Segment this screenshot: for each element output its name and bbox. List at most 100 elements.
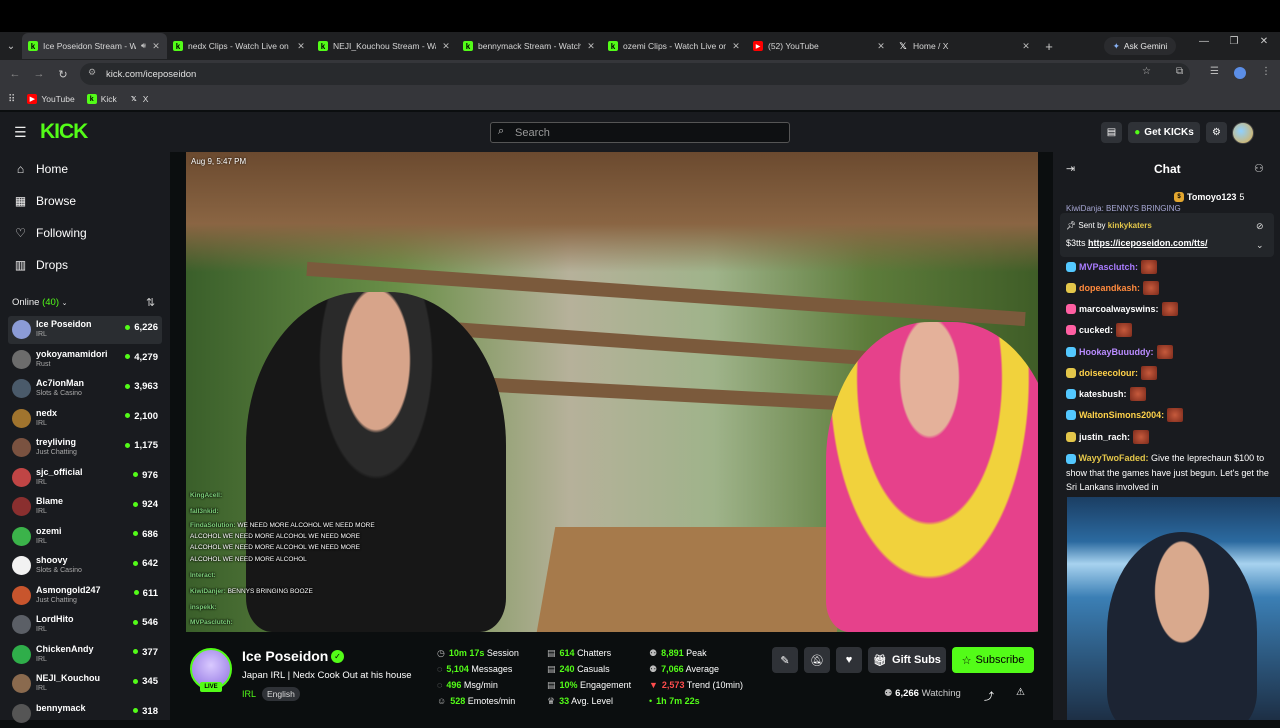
sidebar-channel[interactable]: sjc_official IRL 976 bbox=[8, 464, 162, 492]
sort-icon[interactable]: ⇅ bbox=[146, 296, 155, 309]
speaker-icon[interactable]: 🔊︎ bbox=[141, 41, 146, 51]
sidebar-channel[interactable]: bennymack 318 bbox=[8, 700, 162, 728]
ask-gemini-button[interactable]: ✦ Ask Gemini bbox=[1104, 37, 1176, 55]
menu-dots-icon[interactable]: ⋮ bbox=[1261, 66, 1271, 77]
sidebar-channel[interactable]: Asmongold247 Just Chatting 611 bbox=[8, 582, 162, 610]
bookmark-x[interactable]: 𝕏 X bbox=[129, 94, 149, 104]
tab-search-chevron-icon[interactable]: ⌄ bbox=[0, 35, 22, 57]
sidebar-channel[interactable]: LordHito IRL 546 bbox=[8, 611, 162, 639]
sidebar-channel[interactable]: ozemi IRL 686 bbox=[8, 523, 162, 551]
collapse-chat-icon[interactable]: ⇥ bbox=[1066, 162, 1075, 175]
close-icon[interactable]: ✕ bbox=[441, 41, 451, 52]
user-avatar[interactable] bbox=[1232, 122, 1254, 144]
viewers-icon: ⚉ bbox=[884, 688, 893, 699]
pinned-message[interactable] bbox=[1060, 213, 1274, 257]
channel-category: IRL bbox=[36, 478, 47, 486]
kick-icon: k bbox=[318, 41, 328, 51]
chat-username[interactable]: justin_rach: bbox=[1079, 432, 1130, 442]
hamburger-menu-icon[interactable]: ☰ bbox=[14, 124, 27, 141]
chat-message: justin_rach: bbox=[1066, 430, 1150, 444]
report-icon[interactable]: ⚠ bbox=[1016, 687, 1025, 698]
back-icon[interactable]: ← bbox=[3, 68, 27, 80]
subscribe-button[interactable]: ☆ Subscribe bbox=[952, 647, 1034, 673]
address-bar[interactable]: kick.com/iceposeidon bbox=[80, 63, 1190, 85]
get-kicks-button[interactable]: ● Get KICKs bbox=[1128, 122, 1200, 143]
new-tab-button[interactable]: + bbox=[1037, 39, 1061, 54]
chat-username[interactable]: katesbush: bbox=[1079, 389, 1127, 399]
chat-badge-icon bbox=[1066, 262, 1076, 272]
sidebar-channel[interactable]: Blame IRL 924 bbox=[8, 493, 162, 521]
streamer-name[interactable]: Ice Poseidon bbox=[242, 648, 328, 664]
bookmark-kick[interactable]: k Kick bbox=[86, 94, 117, 104]
close-icon[interactable]: ✕ bbox=[731, 41, 741, 52]
close-icon[interactable]: ✕ bbox=[876, 41, 886, 52]
online-header[interactable]: Online (40) ⌄ bbox=[12, 297, 68, 308]
unpin-icon[interactable]: ⊘ bbox=[1256, 221, 1264, 232]
close-icon[interactable]: ✕ bbox=[296, 41, 306, 52]
top-gifter[interactable]: $ Tomoyo123 5 bbox=[1174, 192, 1244, 202]
chat-username[interactable]: MVPasclutch: bbox=[1079, 262, 1138, 272]
sidebar-channel[interactable]: treyliving Just Chatting 1,175 bbox=[8, 434, 162, 462]
reading-list-icon[interactable]: ☰ bbox=[1210, 66, 1219, 77]
reload-icon[interactable]: ↻ bbox=[51, 68, 75, 81]
forward-icon[interactable]: → bbox=[27, 68, 51, 80]
browser-tab[interactable]: k bennymack Stream - Watch ✕ bbox=[457, 33, 602, 59]
follow-heart-icon[interactable]: ♥ bbox=[836, 647, 862, 673]
stat-msg-min: ◌ 496 Msg/min bbox=[437, 680, 498, 690]
minimize-icon[interactable]: — bbox=[1196, 36, 1212, 47]
channel-category: IRL bbox=[36, 537, 47, 545]
chat-username[interactable]: cucked: bbox=[1079, 325, 1113, 335]
browser-tab[interactable]: k ozemi Clips - Watch Live on ✕ bbox=[602, 33, 747, 59]
sidebar-channel[interactable]: shoovy Slots & Casino 642 bbox=[8, 552, 162, 580]
browser-tab[interactable]: k Ice Poseidon Stream - W 🔊︎ ✕ bbox=[22, 33, 167, 59]
site-info-icon[interactable]: ⚙︎ bbox=[88, 67, 96, 78]
sidebar-item-drops[interactable]: ▥ Drops bbox=[14, 258, 68, 272]
live-dot-icon bbox=[133, 708, 139, 714]
apps-grid-icon[interactable]: ⠿ bbox=[8, 94, 15, 105]
chat-username[interactable]: dopeandkash: bbox=[1079, 283, 1140, 293]
bookmark-youtube[interactable]: ▶ YouTube bbox=[27, 94, 75, 104]
stream-category[interactable]: IRL bbox=[242, 689, 256, 699]
chat-username[interactable]: doiseecolour: bbox=[1079, 368, 1138, 378]
close-icon[interactable]: ✕ bbox=[1021, 41, 1031, 52]
pinned-link[interactable]: https://iceposeidon.com/tts/ bbox=[1088, 238, 1208, 248]
kick-logo[interactable]: KICK bbox=[40, 120, 88, 144]
window-close-icon[interactable]: ✕ bbox=[1256, 36, 1272, 47]
profile-icon[interactable] bbox=[1234, 67, 1246, 79]
chat-username[interactable]: marcoalwayswins: bbox=[1079, 304, 1159, 314]
browser-tab[interactable]: k NEJI_Kouchou Stream - Wat ✕ bbox=[312, 33, 457, 59]
maximize-icon[interactable]: ❐ bbox=[1226, 36, 1242, 47]
browser-tab[interactable]: ▶ (52) YouTube ✕ bbox=[747, 33, 892, 59]
browser-tab[interactable]: k nedx Clips - Watch Live on K ✕ bbox=[167, 33, 312, 59]
sidebar-item-home[interactable]: ⌂ Home bbox=[14, 162, 68, 176]
chat-emote-icon bbox=[1161, 302, 1178, 316]
chat-username[interactable]: HookayBuuuddy: bbox=[1079, 347, 1154, 357]
settings-gear-icon[interactable]: ⚙ bbox=[1206, 122, 1227, 143]
chat-username[interactable]: WaltonSimons2004: bbox=[1079, 410, 1164, 420]
sidebar-channel[interactable]: NEJI_Kouchou IRL 345 bbox=[8, 670, 162, 698]
close-icon[interactable]: ✕ bbox=[151, 41, 161, 52]
sidebar-item-browse[interactable]: ▦ Browse bbox=[14, 194, 76, 208]
bookmark-star-icon[interactable]: ☆ bbox=[1142, 66, 1151, 77]
share-icon[interactable]: ⤴ bbox=[984, 688, 994, 703]
browser-tab[interactable]: 𝕏 Home / X ✕ bbox=[892, 33, 1037, 59]
close-icon[interactable]: ✕ bbox=[586, 41, 596, 52]
video-player[interactable] bbox=[186, 152, 1038, 632]
channel-name: bennymack bbox=[36, 702, 86, 713]
extensions-icon[interactable]: ⧉ bbox=[1176, 66, 1183, 77]
sidebar-channel[interactable]: Ice Poseidon IRL 6,226 bbox=[8, 316, 162, 344]
sidebar-item-following[interactable]: ♡ Following bbox=[14, 226, 87, 240]
sidebar-channel[interactable]: ChickenAndy IRL 377 bbox=[8, 641, 162, 669]
sidebar-channel[interactable]: Ac7ionMan Slots & Casino 3,963 bbox=[8, 375, 162, 403]
chevron-down-icon[interactable]: ⌄ bbox=[1256, 240, 1264, 251]
sidebar-channel[interactable]: nedx IRL 2,100 bbox=[8, 405, 162, 433]
mute-notifications-icon[interactable]: 🔕︎ bbox=[804, 647, 830, 673]
stream-language-tag[interactable]: English bbox=[262, 687, 300, 701]
layout-toggle-icon[interactable]: ▤ bbox=[1101, 122, 1122, 143]
gift-subs-button[interactable]: 🎁︎ Gift Subs bbox=[868, 647, 946, 673]
chat-users-icon[interactable]: ⚇ bbox=[1254, 162, 1264, 175]
chat-username[interactable]: WayyTwoFaded: bbox=[1079, 453, 1149, 463]
pin-icon[interactable]: ✎ bbox=[772, 647, 798, 673]
sidebar-channel[interactable]: yokoyamamidori Rust 4,279 bbox=[8, 346, 162, 374]
search-input[interactable]: Search bbox=[490, 122, 790, 143]
